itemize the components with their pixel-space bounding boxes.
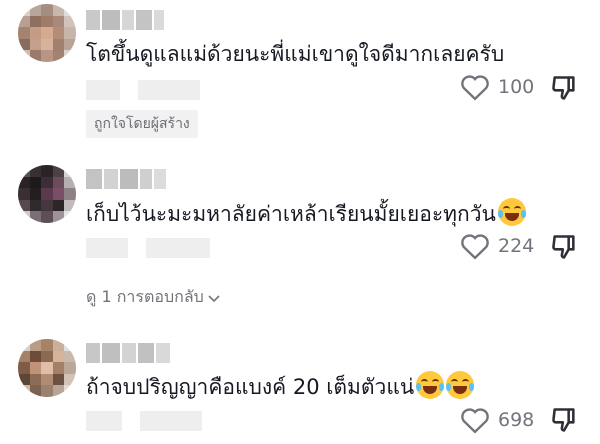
comment-meta-pixelated [86,80,200,100]
comment-text: โตขึ้นดูแลแม่ด้วยนะพี่แม่เขาดูใจดีมากเลย… [86,42,505,66]
avatar[interactable] [18,165,76,223]
creator-liked-badge: ถูกใจโดยผู้สร้าง [86,110,198,138]
like-count: 224 [498,235,535,257]
thumbs-down-outline-icon [552,235,575,259]
face-with-tears-of-joy-emoji [497,198,526,226]
chevron-down-icon [208,294,220,302]
comment-item-1: โตขึ้นดูแลแม่ด้วยนะพี่แม่เขาดูใจดีมากเลย… [0,0,600,140]
view-replies-button[interactable]: ดู 1 การตอบกลับ [86,285,222,310]
like-button[interactable]: 698 [460,406,534,434]
like-count: 100 [498,76,535,98]
comment-meta-pixelated [86,238,210,258]
face-with-tears-of-joy-emoji [446,371,475,399]
comment-item-2: เก็บไว้นะมะมหาลัยค่าเหล้าเรียนมั้ยเยอะทุ… [0,160,600,310]
heart-outline-icon [461,234,489,260]
avatar[interactable] [18,4,76,62]
thumbs-down-outline-icon [552,408,575,432]
heart-outline-icon [461,75,489,101]
username-pixelated[interactable] [86,10,164,30]
dislike-button[interactable] [550,406,578,438]
comment-text: ถ้าจบปริญญาคือแบงค์ 20 เต็มตัวแน่ [86,371,475,401]
comment-meta-pixelated [86,411,202,431]
avatar[interactable] [18,339,76,397]
like-count: 698 [498,409,535,431]
username-pixelated[interactable] [86,343,170,363]
heart-outline-icon [461,408,489,434]
dislike-button[interactable] [550,74,578,106]
thumbs-down-outline-icon [552,76,575,100]
like-button[interactable]: 100 [460,73,534,101]
dislike-button[interactable] [550,233,578,265]
like-button[interactable]: 224 [460,232,534,260]
username-pixelated[interactable] [86,169,166,189]
face-with-tears-of-joy-emoji [416,371,445,399]
comment-item-3: ถ้าจบปริญญาคือแบงค์ 20 เต็มตัวแน่ 698 [0,335,600,444]
comment-text: เก็บไว้นะมะมหาลัยค่าเหล้าเรียนมั้ยเยอะทุ… [86,198,526,228]
